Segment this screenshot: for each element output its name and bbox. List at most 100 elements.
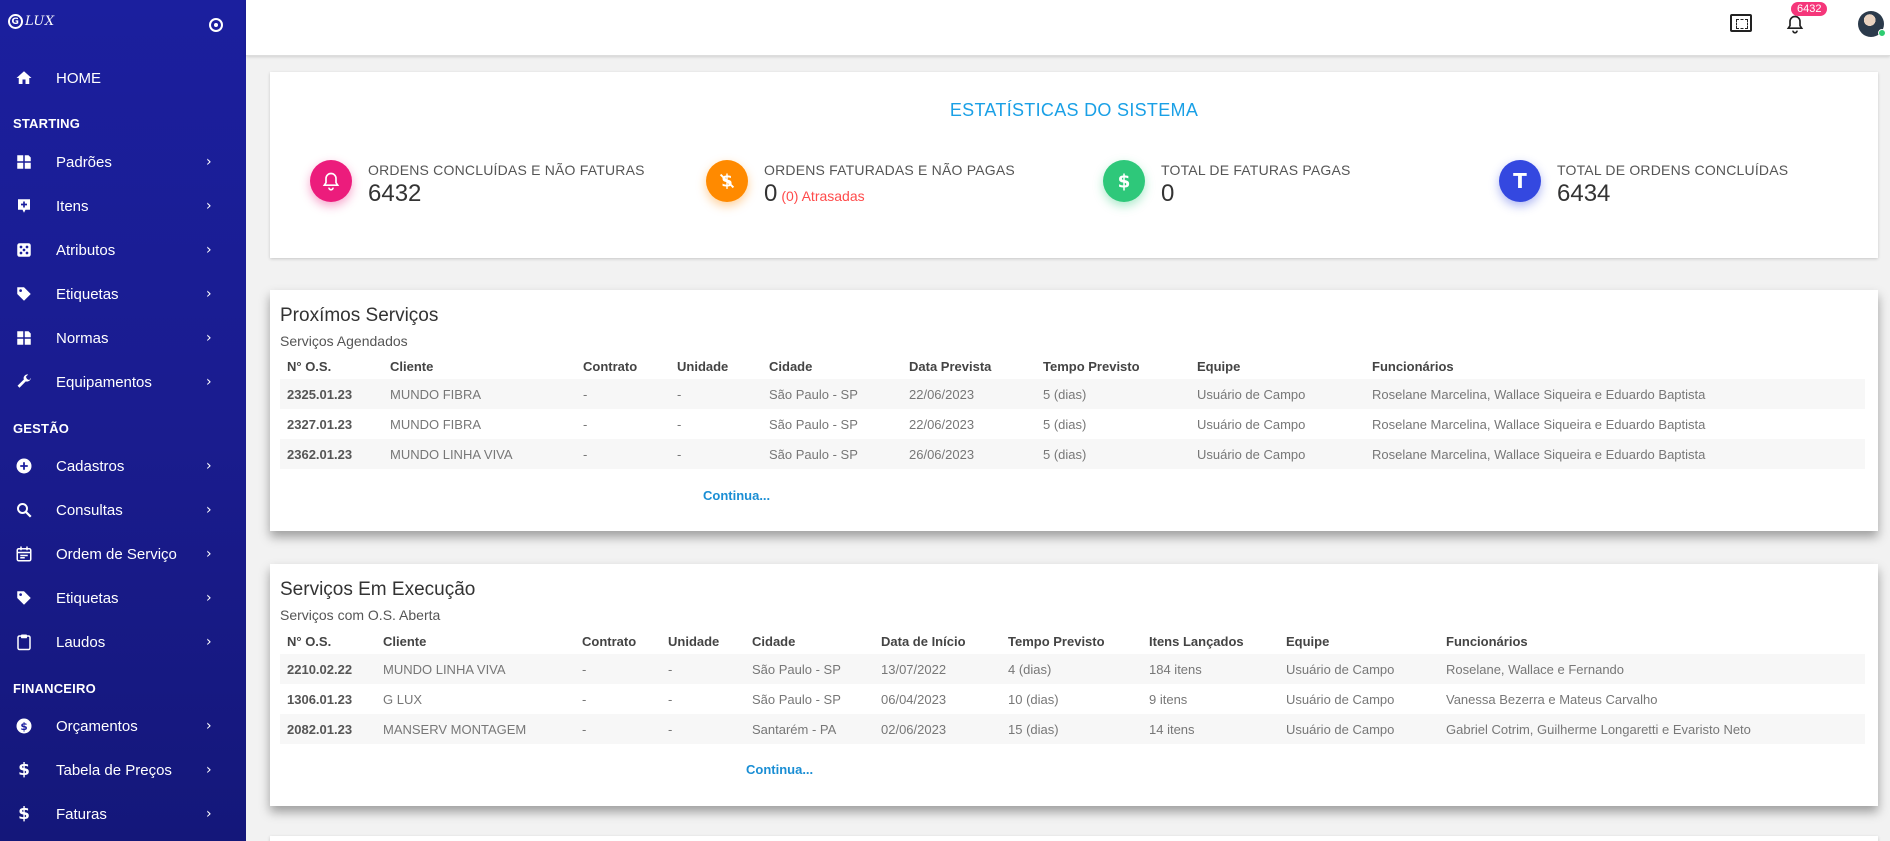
- sidebar-item-etiquetas-gestao[interactable]: Etiquetas ›: [0, 579, 246, 617]
- calendar-icon: [14, 544, 34, 564]
- cell-unidade: -: [670, 439, 762, 469]
- col-header: Data de Início: [881, 633, 966, 649]
- chevron-right-icon: ›: [206, 762, 212, 778]
- sidebar-item-equipamentos[interactable]: Equipamentos ›: [0, 363, 246, 401]
- notifications-bell-icon[interactable]: [1785, 14, 1805, 34]
- cell-equipe: Usuário de Campo: [1279, 654, 1439, 684]
- sidebar-item-consultas[interactable]: Consultas ›: [0, 491, 246, 529]
- cell-cidade: São Paulo - SP: [762, 379, 902, 409]
- sidebar-item-cadastros[interactable]: Cadastros ›: [0, 447, 246, 485]
- brand-logo[interactable]: G LUX: [8, 14, 55, 29]
- cell-data: 26/06/2023: [902, 439, 1036, 469]
- cell-unidade: -: [668, 691, 673, 707]
- letter-t-icon: T: [1499, 160, 1541, 202]
- cell-os: 2210.02.22: [280, 654, 376, 684]
- sidebar-item-label: Normas: [56, 329, 109, 347]
- sidebar-item-orcamentos[interactable]: $ Orçamentos ›: [0, 707, 246, 745]
- cell-os: 1306.01.23: [287, 691, 353, 707]
- cell-funcionarios: Roselane Marcelina, Wallace Siqueira e E…: [1372, 416, 1706, 432]
- stat-value: 6432: [368, 180, 422, 207]
- cell-data: 02/06/2023: [874, 714, 1001, 744]
- cell-tempo: 5 (dias): [1036, 379, 1190, 409]
- sidebar-item-label: Padrões: [56, 153, 112, 171]
- chevron-right-icon: ›: [206, 458, 212, 474]
- col-header: Data Prevista: [909, 358, 992, 374]
- cell-equipe: Usuário de Campo: [1197, 416, 1306, 432]
- fullscreen-icon[interactable]: [1730, 14, 1752, 32]
- online-status-dot: [1878, 29, 1886, 37]
- cell-cidade: São Paulo - SP: [769, 416, 858, 432]
- cell-tempo: 5 (dias): [1043, 416, 1087, 432]
- sidebar: G LUX HOME STARTING Padrões › Itens › Atr…: [0, 0, 246, 841]
- cell-cliente: MANSERV MONTAGEM: [376, 714, 575, 744]
- execucao-continua-link[interactable]: Continua...: [746, 762, 813, 777]
- col-header: N° O.S.: [287, 633, 332, 649]
- chevron-right-icon: ›: [206, 806, 212, 822]
- notifications-badge[interactable]: 6432: [1791, 2, 1828, 16]
- cell-cliente: MUNDO LINHA VIVA: [376, 654, 575, 684]
- cell-equipe: Usuário de Campo: [1286, 691, 1395, 707]
- chevron-right-icon: ›: [206, 330, 212, 346]
- col-header: Cidade: [752, 633, 796, 649]
- table-header-row: N° O.S. Cliente Contrato Unidade Cidade …: [280, 353, 1865, 379]
- table-row[interactable]: 2325.01.23 MUNDO FIBRA - - São Paulo - S…: [280, 379, 1865, 409]
- table-row[interactable]: 2210.02.22 MUNDO LINHA VIVA - - São Paul…: [280, 654, 1865, 684]
- sidebar-item-faturas[interactable]: $ Faturas ›: [0, 795, 246, 833]
- sidebar-item-label: Cadastros: [56, 457, 125, 475]
- table-row[interactable]: 1306.01.23 G LUX - - São Paulo - SP 06/0…: [280, 684, 1865, 714]
- sidebar-item-label: Itens: [56, 197, 89, 215]
- sidebar-item-normas[interactable]: Normas ›: [0, 319, 246, 357]
- sidebar-item-atributos[interactable]: Atributos ›: [0, 231, 246, 269]
- proximos-servicos-panel: Proxímos Serviços Serviços Agendados N° …: [270, 290, 1878, 531]
- sidebar-item-label: Atributos: [56, 241, 116, 259]
- cell-funcionarios: Gabriel Cotrim, Guilherme Longaretti e E…: [1439, 714, 1865, 744]
- servicos-em-execucao-panel: Serviços Em Execução Serviços com O.S. A…: [270, 564, 1878, 806]
- target-icon[interactable]: [209, 18, 223, 32]
- servicos-em-execucao-table: N° O.S. Cliente Contrato Unidade Cidade …: [280, 628, 1865, 744]
- proximos-servicos-table: N° O.S. Cliente Contrato Unidade Cidade …: [280, 353, 1865, 469]
- cell-itens: 14 itens: [1142, 714, 1279, 744]
- stats-card: ESTATÍSTICAS DO SISTEMA ORDENS CONCLUÍDA…: [270, 72, 1878, 258]
- col-header: Funcionários: [1446, 633, 1528, 649]
- sidebar-item-label: Orçamentos: [56, 717, 138, 735]
- chevron-right-icon: ›: [206, 634, 212, 650]
- table-row[interactable]: 2082.01.23 MANSERV MONTAGEM - - Santarém…: [280, 714, 1865, 744]
- sidebar-item-tabela-de-precos[interactable]: $ Tabela de Preços ›: [0, 751, 246, 789]
- col-header: Cliente: [390, 358, 434, 374]
- sidebar-item-ordem-de-servico[interactable]: Ordem de Serviço ›: [0, 535, 246, 573]
- cell-cliente: MUNDO LINHA VIVA: [383, 439, 576, 469]
- sidebar-item-label: Etiquetas: [56, 285, 119, 303]
- sidebar-item-label: Equipamentos: [56, 373, 152, 391]
- cell-tempo: 15 (dias): [1001, 714, 1142, 744]
- dollar-icon: $: [1103, 160, 1145, 202]
- sidebar-item-etiquetas[interactable]: Etiquetas ›: [0, 275, 246, 313]
- clipboard-icon: [14, 632, 34, 652]
- col-header: Tempo Previsto: [1008, 633, 1105, 649]
- sidebar-item-padroes[interactable]: Padrões ›: [0, 143, 246, 181]
- stat-label: ORDENS FATURADAS E NÃO PAGAS: [764, 162, 1015, 178]
- no-dollar-icon: $: [706, 160, 748, 202]
- dollar-icon: $: [18, 760, 30, 780]
- cell-tempo: 10 (dias): [1008, 691, 1059, 707]
- cell-unidade: -: [677, 416, 682, 432]
- cell-unidade: -: [661, 654, 745, 684]
- panel-title: Serviços Em Execução: [280, 579, 476, 600]
- panel-title: Proxímos Serviços: [280, 305, 439, 326]
- section-gestao: GESTÃO: [13, 421, 70, 436]
- cell-itens: 9 itens: [1149, 691, 1188, 707]
- cell-equipe: Usuário de Campo: [1190, 379, 1365, 409]
- sidebar-item-laudos[interactable]: Laudos ›: [0, 623, 246, 661]
- tag-icon: [14, 284, 34, 304]
- col-header: Equipe: [1197, 358, 1241, 374]
- chevron-right-icon: ›: [206, 590, 212, 606]
- chevron-right-icon: ›: [206, 374, 212, 390]
- sidebar-item-home[interactable]: HOME: [0, 59, 246, 97]
- sidebar-item-itens[interactable]: Itens ›: [0, 187, 246, 225]
- table-row[interactable]: 2327.01.23 MUNDO FIBRA - - São Paulo - S…: [280, 409, 1865, 439]
- stat-label: ORDENS CONCLUÍDAS E NÃO FATURAS: [368, 162, 645, 178]
- table-row[interactable]: 2362.01.23 MUNDO LINHA VIVA - - São Paul…: [280, 439, 1865, 469]
- home-icon: [14, 68, 34, 88]
- proximos-continua-link[interactable]: Continua...: [703, 488, 770, 503]
- cell-contrato: -: [575, 654, 661, 684]
- stat-overdue[interactable]: (0) Atrasadas: [781, 188, 864, 204]
